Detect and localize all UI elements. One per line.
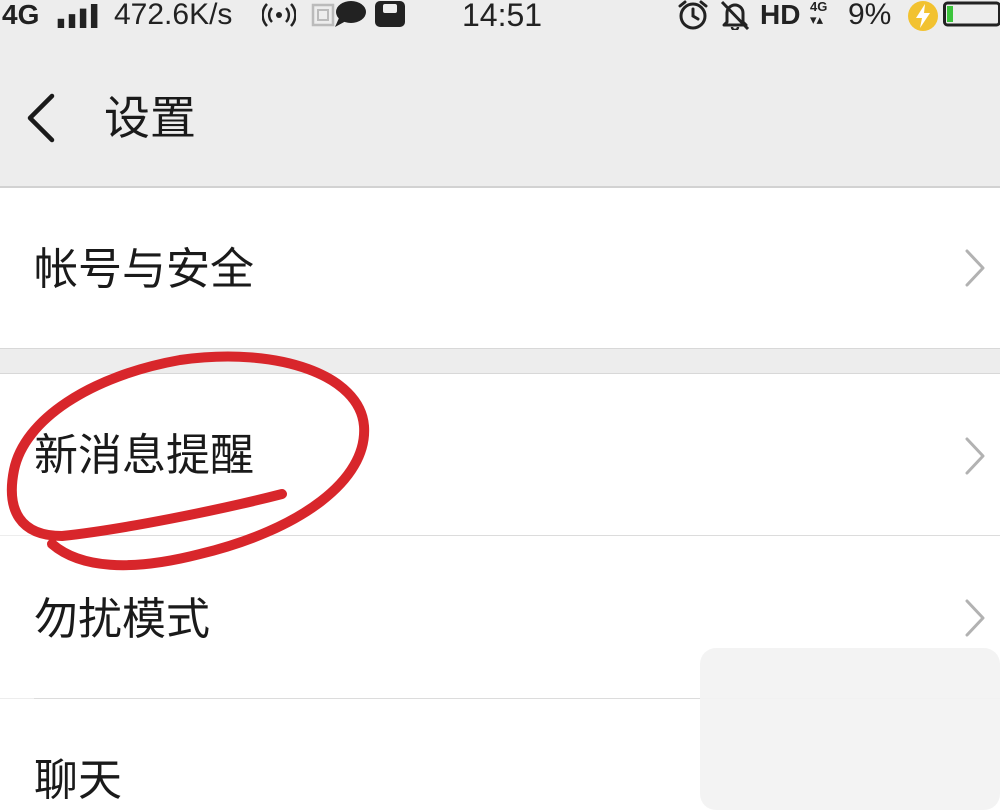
clock-time: 14:51	[462, 0, 543, 33]
mute-bell-icon	[720, 0, 750, 30]
hd-label: HD	[760, 0, 801, 30]
chevron-right-icon	[965, 437, 985, 475]
note-icon	[375, 1, 405, 27]
battery-icon	[943, 1, 1000, 27]
settings-item-new-message-alerts[interactable]: 新消息提醒	[0, 374, 1000, 535]
settings-item-label: 新消息提醒	[34, 430, 254, 481]
charging-bolt-icon	[908, 1, 938, 31]
alarm-icon	[678, 0, 708, 30]
page-header: 设置	[0, 32, 1000, 188]
status-bar: 4G 472.6K/s 14:51 HD 4G ▾▴ 9%	[0, 0, 1000, 32]
chevron-right-icon	[965, 599, 985, 637]
hotspot-icon	[262, 3, 296, 27]
settings-item-label: 勿扰模式	[34, 594, 210, 645]
signal-bars-icon	[57, 4, 98, 28]
chat-bubble-icon	[335, 1, 366, 27]
chevron-right-icon	[965, 249, 985, 287]
net-speed: 472.6K/s	[114, 0, 233, 31]
network-type: 4G	[2, 0, 40, 30]
page-title: 设置	[104, 91, 196, 145]
settings-item-label: 帐号与安全	[34, 244, 254, 295]
section-gap	[0, 348, 1000, 374]
secondary-network: 4G ▾▴	[810, 0, 827, 26]
sim-box-icon	[311, 3, 335, 27]
settings-screen: 4G 472.6K/s 14:51 HD 4G ▾▴ 9% 设置 帐号与安全 新…	[0, 0, 1000, 810]
battery-fill	[947, 6, 953, 22]
data-arrows-icon: ▾▴	[810, 12, 824, 27]
settings-item-account-security[interactable]: 帐号与安全	[0, 188, 1000, 348]
chevron-left-icon[interactable]	[22, 90, 62, 146]
battery-percent: 9%	[848, 0, 892, 31]
floating-overlay-panel	[700, 648, 1000, 810]
settings-item-label: 聊天	[34, 755, 122, 806]
